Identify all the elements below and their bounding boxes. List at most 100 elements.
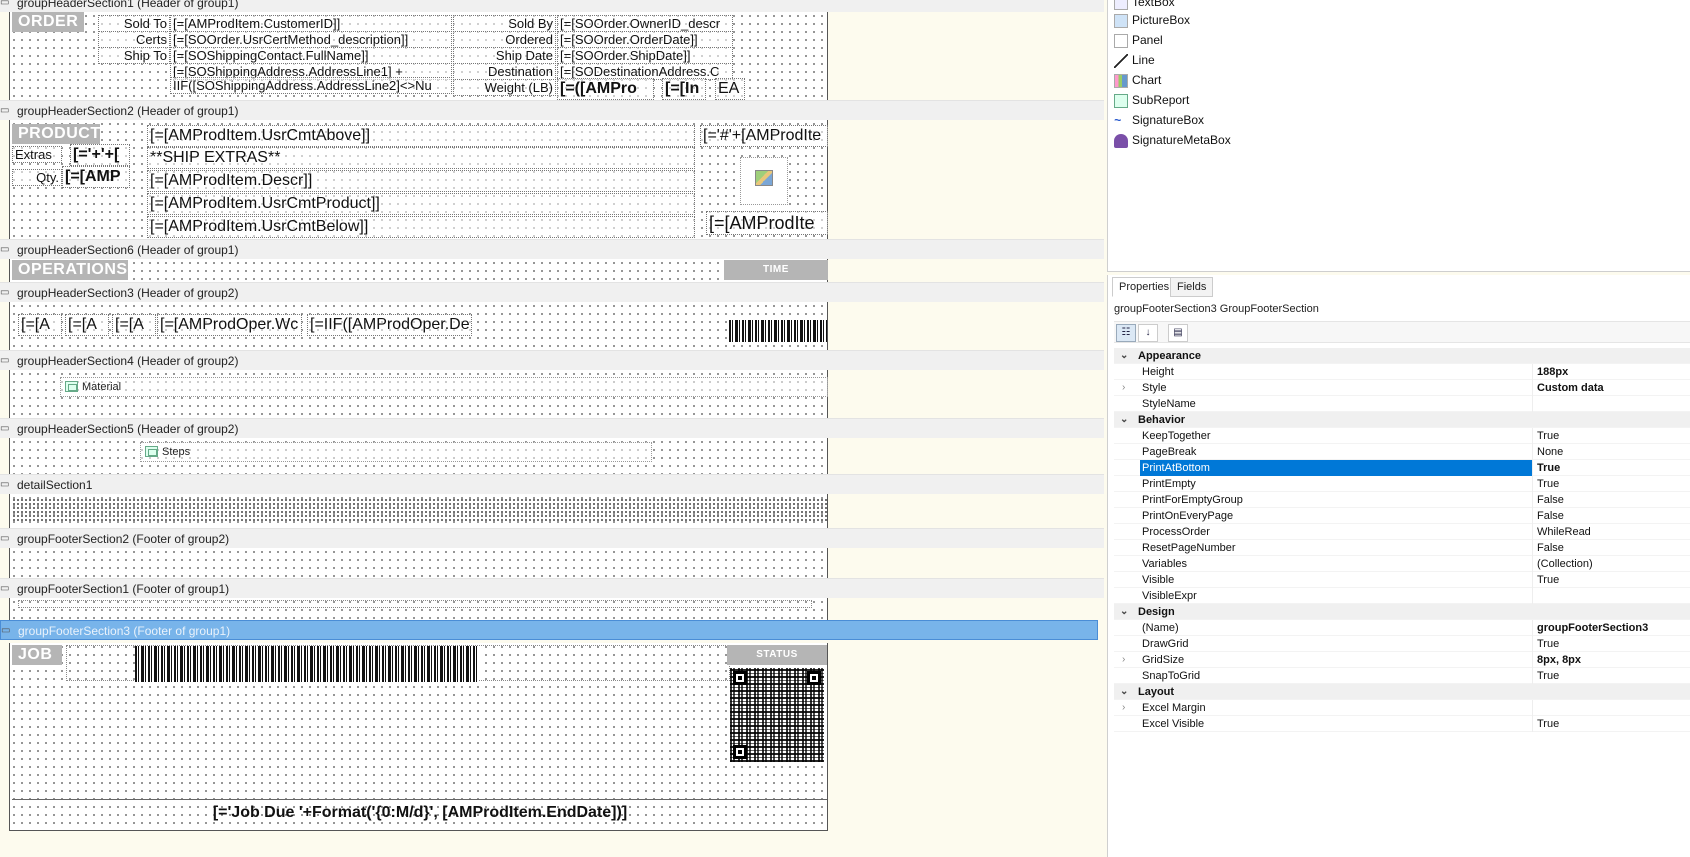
property-row[interactable]: StyleName [1114, 396, 1690, 412]
job-due-field[interactable]: [='Job Due '+Format('{0:M/d}', [AMProdIt… [14, 803, 826, 823]
property-value[interactable] [1535, 396, 1690, 412]
customer-id-field[interactable]: [=[AMProdItem.CustomerID]] [170, 15, 452, 32]
property-value[interactable]: 8px, 8px [1535, 652, 1690, 668]
property-row[interactable]: Excel Visible True [1114, 716, 1690, 732]
toolbox-item-picturebox[interactable]: PictureBox [1114, 10, 1190, 30]
property-row[interactable]: (Name) groupFooterSection3 [1114, 620, 1690, 636]
expand-chevron-icon[interactable]: › [1122, 380, 1125, 396]
section-header-detail[interactable]: ▭ detailSection1 [0, 474, 1104, 494]
property-row[interactable]: KeepTogether True [1114, 428, 1690, 444]
inventory-field[interactable]: [=[In [662, 78, 706, 100]
cmt-below-field[interactable]: [=[AMProdItem.UsrCmtBelow]] [147, 216, 695, 238]
property-row[interactable]: Variables (Collection) [1114, 556, 1690, 572]
toolbox-item-panel[interactable]: Panel [1114, 30, 1163, 50]
property-category[interactable]: ⌄ Layout [1114, 684, 1690, 700]
property-row[interactable]: ProcessOrder WhileRead [1114, 524, 1690, 540]
collapse-toggle-icon[interactable]: ▭ [0, 475, 9, 495]
collapse-toggle-icon[interactable]: ▭ [0, 529, 9, 549]
section-header-footer1[interactable]: ▭ groupFooterSection1 (Footer of group1) [0, 578, 1104, 598]
uom-field[interactable]: EA [715, 78, 745, 100]
categorized-view-icon[interactable]: ☷ [1116, 324, 1136, 342]
property-value[interactable]: False [1535, 492, 1690, 508]
property-row[interactable]: › GridSize 8px, 8px [1114, 652, 1690, 668]
property-value[interactable]: True [1535, 572, 1690, 588]
toolbox-item-chart[interactable]: Chart [1114, 70, 1161, 90]
item-bottom-field[interactable]: [=[AMProdIte [706, 211, 828, 235]
property-grid[interactable]: ⌄ Appearance Height 188px › Style Custom data S… [1114, 348, 1690, 732]
certs-label[interactable]: Certs [98, 31, 170, 48]
ship-extras-field[interactable]: **SHIP EXTRAS** [147, 147, 695, 169]
band-group-footer-1[interactable] [9, 598, 828, 620]
property-row[interactable]: DrawGrid True [1114, 636, 1690, 652]
section-header-group1-header2[interactable]: ▭ groupHeaderSection2 (Header of group1) [0, 100, 1104, 120]
section-header-group1-header1[interactable]: ▭ groupHeaderSection1 (Header of group1) [0, 0, 1104, 12]
extras-label[interactable]: Extras [12, 146, 62, 163]
property-value[interactable]: True [1535, 428, 1690, 444]
collapse-toggle-icon[interactable]: ▭ [0, 419, 9, 439]
section-header-group1-header6[interactable]: ▭ groupHeaderSection6 (Header of group1) [0, 239, 1104, 259]
descr-field[interactable]: [=[AMProdItem.Descr]] [147, 170, 695, 192]
band-group-header-2[interactable]: PRODUCT Extras [='+'+[ Qty. [=[AMP [=[AM… [9, 120, 828, 239]
job-barcode[interactable] [135, 646, 479, 682]
qty-field[interactable]: [=[AMP [62, 166, 130, 188]
property-value[interactable]: False [1535, 508, 1690, 524]
band-group-header-6[interactable]: OPERATIONS TIME [9, 259, 828, 282]
property-value[interactable]: 188px [1535, 364, 1690, 380]
weight-field[interactable]: [=([AMPro [557, 78, 654, 100]
property-row[interactable]: Visible True [1114, 572, 1690, 588]
property-value[interactable] [1535, 700, 1690, 716]
property-row[interactable]: Height 188px [1114, 364, 1690, 380]
property-value[interactable]: groupFooterSection3 [1535, 620, 1690, 636]
band-group-footer-3[interactable]: JOB STATUS [='Job Due '+Format('{0:M/d}'… [9, 643, 828, 831]
collapse-toggle-icon[interactable]: ▭ [0, 240, 9, 260]
product-picture-box[interactable] [740, 157, 788, 205]
band-group-header-3[interactable]: [=[A [=[A [=[A [=[AMProdOper.Wc [=IIF([A… [9, 302, 828, 350]
toolbox-item-signaturemetabox[interactable]: SignatureMetaBox [1114, 130, 1231, 150]
property-row[interactable]: VisibleExpr [1114, 588, 1690, 604]
property-row[interactable]: SnapToGrid True [1114, 668, 1690, 684]
section-header-footer2[interactable]: ▭ groupFooterSection2 (Footer of group2) [0, 528, 1104, 548]
toolbox-item-subreport[interactable]: SubReport [1114, 90, 1189, 110]
extras-field[interactable]: [='+'+[ [70, 144, 130, 166]
sold-by-label[interactable]: Sold By [453, 15, 556, 32]
collapse-chevron-icon[interactable]: ⌄ [1120, 604, 1128, 620]
property-value[interactable]: (Collection) [1535, 556, 1690, 572]
property-row[interactable]: PageBreak None [1114, 444, 1690, 460]
tab-properties[interactable]: Properties [1112, 277, 1177, 297]
selected-object-label[interactable]: groupFooterSection3 GroupFooterSection [1114, 303, 1319, 315]
cmt-above-field[interactable]: [=[AMProdItem.UsrCmtAbove]] [147, 125, 695, 147]
item-number-field[interactable]: [='#'+[AMProdIte [700, 125, 828, 147]
property-value[interactable]: WhileRead [1535, 524, 1690, 540]
steps-subreport[interactable]: Steps [140, 442, 652, 462]
property-value[interactable]: Custom data [1535, 380, 1690, 396]
oper-field-2[interactable]: [=[A [65, 314, 109, 336]
qty-label[interactable]: Qty. [12, 169, 62, 186]
property-value[interactable]: True [1535, 668, 1690, 684]
ship-date-label[interactable]: Ship Date [453, 47, 556, 64]
property-value[interactable]: True [1535, 460, 1690, 476]
cert-method-field[interactable]: [=[SOOrder.UsrCertMethod_description]] [170, 31, 452, 48]
owner-field[interactable]: [=[SOOrder.OwnerID_descr [557, 15, 733, 32]
property-category[interactable]: ⌄ Behavior [1114, 412, 1690, 428]
material-subreport[interactable]: Material [60, 377, 828, 397]
section-header-group2-header3[interactable]: ▭ groupHeaderSection3 (Header of group2) [0, 282, 1104, 302]
toolbox-item-signaturebox[interactable]: ~ SignatureBox [1114, 110, 1204, 130]
property-row[interactable]: PrintForEmptyGroup False [1114, 492, 1690, 508]
property-row[interactable]: › Style Custom data [1114, 380, 1690, 396]
order-date-field[interactable]: [=[SOOrder.OrderDate]] [557, 31, 733, 48]
property-value[interactable] [1535, 588, 1690, 604]
property-row[interactable]: PrintOnEveryPage False [1114, 508, 1690, 524]
oper-desc-field[interactable]: [=IIF([AMProdOper.De [307, 314, 472, 336]
weight-label[interactable]: Weight (LB) [453, 79, 556, 96]
expand-chevron-icon[interactable]: › [1122, 652, 1125, 668]
property-value[interactable]: True [1535, 716, 1690, 732]
operation-barcode[interactable] [729, 320, 827, 342]
property-value[interactable]: True [1535, 476, 1690, 492]
property-category[interactable]: ⌄ Design [1114, 604, 1690, 620]
property-value[interactable]: False [1535, 540, 1690, 556]
property-value[interactable]: True [1535, 636, 1690, 652]
expand-chevron-icon[interactable]: › [1122, 700, 1125, 716]
band-detail[interactable] [9, 494, 828, 528]
collapse-toggle-icon[interactable]: ▭ [0, 0, 9, 13]
oper-field-1[interactable]: [=[A [18, 314, 62, 336]
